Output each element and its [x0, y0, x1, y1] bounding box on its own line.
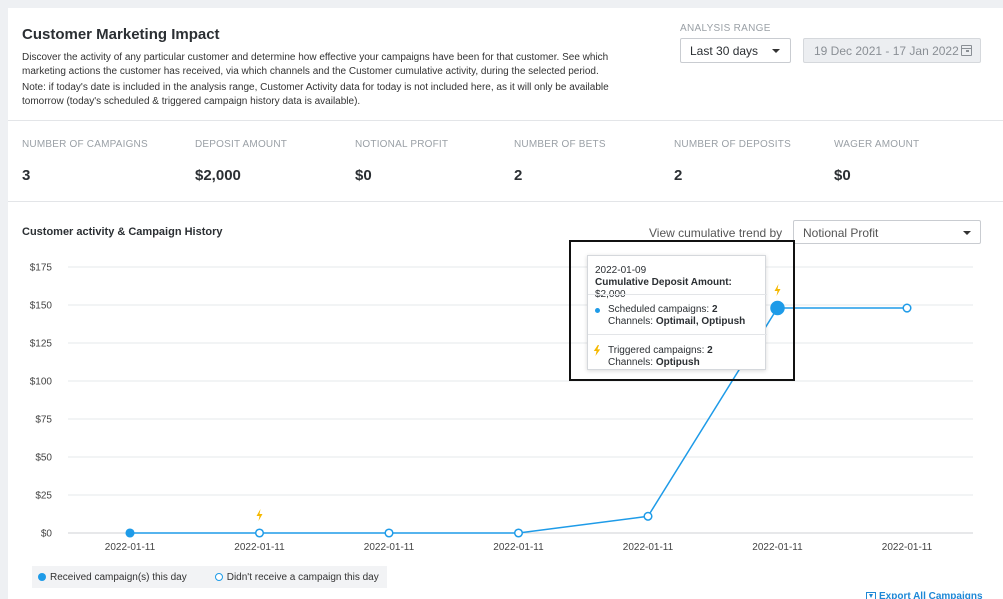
x-tick-label: 2022-01-11 — [364, 542, 415, 553]
x-tick-label: 2022-01-11 — [234, 542, 285, 553]
x-tick-label: 2022-01-11 — [493, 542, 544, 553]
legend-not-received-label: Didn't receive a campaign this day — [226, 571, 379, 583]
not-received-point — [384, 528, 394, 538]
y-tick-label: $75 — [35, 415, 52, 426]
tooltip-triggered-channels: Channels: Optipush — [595, 357, 763, 369]
tooltip-channels-value: Optimail, Optipush — [655, 316, 746, 327]
x-tick-label: 2022-01-11 — [105, 542, 156, 553]
tooltip-date: 2022-01-09 — [595, 265, 647, 276]
x-tick-label: 2022-01-11 — [752, 542, 803, 553]
export-all-campaigns-link[interactable]: Export All Campaigns — [866, 591, 983, 599]
tooltip-header: 2022-01-09 Cumulative Deposit Amount: $2… — [595, 265, 763, 301]
tooltip-channels-value: Optipush — [655, 357, 700, 368]
tooltip-scheduled-value: 2 — [711, 304, 718, 315]
chart-legend: Received campaign(s) this day Didn't rec… — [32, 566, 387, 588]
tooltip-triggered: Triggered campaigns: 2 Channels: Optipus… — [593, 345, 763, 369]
tooltip-channels-label: Channels: — [608, 357, 654, 368]
y-tick-label: $175 — [30, 263, 53, 274]
legend-not-received: Didn't receive a campaign this day — [214, 571, 379, 583]
legend-received: Received campaign(s) this day — [38, 572, 187, 583]
download-icon — [866, 591, 876, 599]
tooltip-triggered-count: Triggered campaigns: 2 — [595, 345, 763, 357]
lightning-icon — [256, 509, 263, 521]
tooltip-scheduled: Scheduled campaigns: 2 Channels: Optimai… — [595, 304, 763, 328]
tooltip-cumulative: Cumulative Deposit Amount: $2,000 — [595, 277, 763, 301]
tooltip-channels-label: Channels: — [608, 316, 654, 327]
legend-received-label: Received campaign(s) this day — [50, 571, 187, 583]
y-tick-label: $0 — [41, 529, 53, 540]
not-received-point — [254, 528, 265, 538]
hollow-dot-icon — [214, 573, 223, 581]
tooltip-divider — [588, 334, 767, 335]
chart-tooltip: 2022-01-09 Cumulative Deposit Amount: $2… — [587, 255, 767, 370]
customer-marketing-impact-card: Customer Marketing Impact Discover the a… — [8, 8, 1003, 599]
y-tick-label: $125 — [30, 339, 53, 350]
x-tick-label: 2022-01-11 — [882, 542, 933, 553]
tooltip-cumulative-label: Cumulative Deposit Amount: — [595, 277, 732, 288]
tooltip-triggered-value: 2 — [707, 345, 713, 356]
not-received-point — [513, 528, 524, 538]
tooltip-scheduled-count: Scheduled campaigns: 2 — [595, 304, 763, 316]
not-received-point — [902, 303, 912, 313]
tooltip-scheduled-label: Scheduled campaigns: — [608, 304, 710, 315]
y-tick-label: $25 — [35, 491, 52, 502]
tooltip-divider — [588, 294, 767, 295]
tooltip-scheduled-channels: Channels: Optimail, Optipush — [595, 316, 763, 328]
not-received-point — [643, 511, 653, 521]
y-tick-label: $50 — [35, 453, 52, 464]
y-tick-label: $150 — [30, 301, 53, 312]
filled-dot-icon — [38, 573, 46, 581]
x-tick-label: 2022-01-11 — [623, 542, 674, 553]
activity-line-chart: $0 $25 $50 $75 $100 $125 $150 $175 2022-01-11 202… — [30, 263, 973, 553]
export-label: Export All Campaigns — [879, 591, 983, 599]
y-tick-label: $100 — [30, 377, 53, 388]
tooltip-triggered-label: Triggered campaigns: — [608, 345, 705, 356]
scheduled-dot-icon — [595, 308, 600, 313]
received-point — [125, 528, 135, 538]
